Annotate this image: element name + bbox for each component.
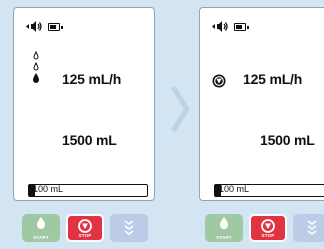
- volume-to-infuse: 1500 mL: [62, 132, 117, 148]
- stop-label: STOP: [261, 233, 275, 238]
- volume-progress-bar: 100 mL: [214, 184, 324, 197]
- stop-button[interactable]: STOP: [66, 214, 104, 242]
- volume-infused: 100 mL: [219, 184, 250, 194]
- drip-drops-icon: [33, 51, 39, 83]
- infusion-rate: 125 mL/h: [243, 71, 303, 87]
- stop-label: STOP: [78, 233, 92, 238]
- pump-screen-running: 125 mL/h 1500 mL 100 mL START STOP: [0, 0, 156, 249]
- speaker-icon: [212, 21, 228, 32]
- stop-icon: [261, 219, 275, 233]
- battery-icon: [234, 23, 249, 31]
- pump-screen-stopped: 125 mL/h 1500 mL 100 mL START STOP: [198, 0, 324, 249]
- volume-to-infuse: 1500 mL: [260, 132, 315, 148]
- drop-icon: [37, 217, 45, 229]
- start-button[interactable]: START: [205, 214, 243, 242]
- start-label: START: [216, 235, 232, 240]
- transition-arrow-icon: [170, 85, 190, 133]
- speaker-icon: [26, 21, 42, 32]
- chevrons-down-icon: [307, 220, 317, 235]
- display-screen: 125 mL/h 1500 mL 100 mL: [13, 7, 155, 201]
- stop-button[interactable]: STOP: [249, 214, 287, 242]
- chevrons-down-icon: [124, 220, 134, 235]
- stop-indicator-icon: [212, 74, 226, 88]
- battery-icon: [48, 23, 63, 31]
- menu-button[interactable]: [293, 214, 324, 242]
- menu-button[interactable]: [110, 214, 148, 242]
- display-screen: 125 mL/h 1500 mL 100 mL: [199, 7, 324, 201]
- start-label: START: [33, 235, 49, 240]
- infusion-rate: 125 mL/h: [62, 71, 122, 87]
- stop-icon: [78, 219, 92, 233]
- volume-infused: 100 mL: [33, 184, 64, 194]
- volume-progress-bar: 100 mL: [28, 184, 148, 197]
- start-button[interactable]: START: [22, 214, 60, 242]
- drop-icon: [220, 217, 228, 229]
